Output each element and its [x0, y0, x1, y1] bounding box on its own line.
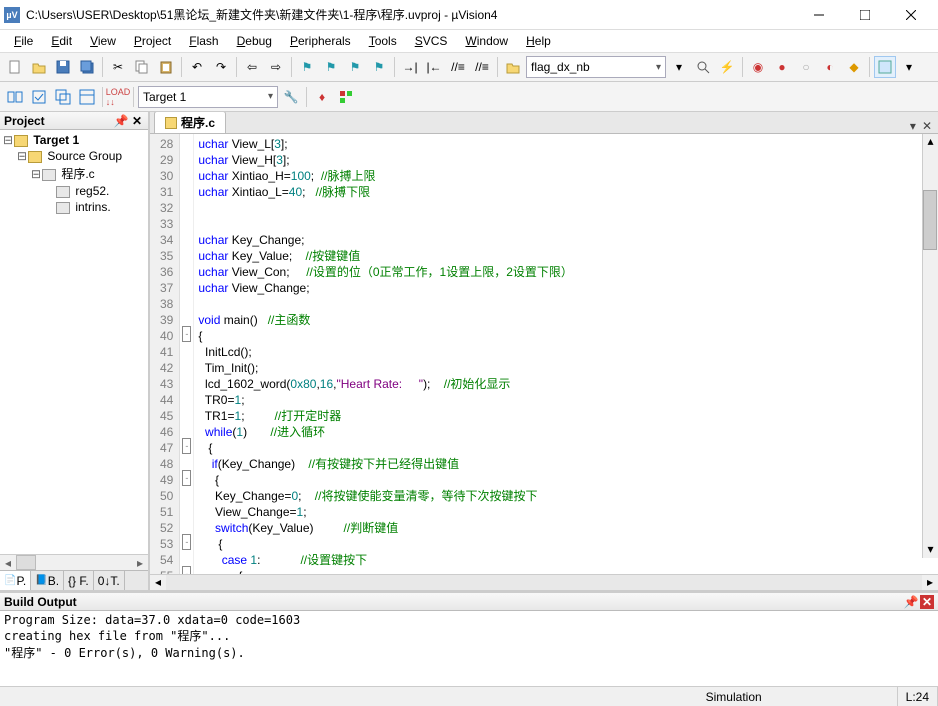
- window-layout-icon[interactable]: [874, 56, 896, 78]
- build-pin-icon[interactable]: 📌: [904, 595, 918, 609]
- bookmark-next-icon[interactable]: ⚑: [344, 56, 366, 78]
- manage-icon[interactable]: ♦: [311, 86, 333, 108]
- tab-templates[interactable]: 0↓T.: [94, 571, 125, 590]
- find-folder-icon[interactable]: [502, 56, 524, 78]
- nav-back-icon[interactable]: ⇦: [241, 56, 263, 78]
- code-editor[interactable]: 2829303132333435363738394041424344454647…: [150, 134, 938, 574]
- bookmark-prev-icon[interactable]: ⚑: [320, 56, 342, 78]
- incremental-icon[interactable]: ⚡: [716, 56, 738, 78]
- toolbar-build: LOAD↓↓ Target 1 🔧 ♦: [0, 82, 938, 112]
- menu-svcs[interactable]: SVCS: [407, 32, 456, 50]
- new-file-icon[interactable]: [4, 56, 26, 78]
- menu-project[interactable]: Project: [126, 32, 179, 50]
- cut-icon[interactable]: ✂: [107, 56, 129, 78]
- find-icon[interactable]: [692, 56, 714, 78]
- batch-build-icon[interactable]: [76, 86, 98, 108]
- close-button[interactable]: [888, 0, 934, 30]
- save-all-icon[interactable]: [76, 56, 98, 78]
- debug-icon[interactable]: ◉: [747, 56, 769, 78]
- breakpoint-disable-icon[interactable]: ○: [795, 56, 817, 78]
- rebuild-icon[interactable]: [52, 86, 74, 108]
- build-icon[interactable]: [28, 86, 50, 108]
- menu-edit[interactable]: Edit: [43, 32, 80, 50]
- tree-target[interactable]: ⊟ Target 1: [2, 132, 146, 148]
- find-combo[interactable]: flag_dx_nb: [526, 56, 666, 78]
- project-pane: Project 📌 ✕ ⊟ Target 1 ⊟ Source Group ⊟ …: [0, 112, 150, 590]
- maximize-button[interactable]: [842, 0, 888, 30]
- editor-vscroll[interactable]: ▴▾: [922, 134, 938, 558]
- editor-tab-active[interactable]: 程序.c: [154, 112, 226, 133]
- editor-tabs: 程序.c ▾ ✕: [150, 112, 938, 134]
- project-pane-title: Project 📌 ✕: [0, 112, 148, 130]
- editor-pane: 程序.c ▾ ✕ 2829303132333435363738394041424…: [150, 112, 938, 590]
- layout-dropdown-icon[interactable]: ▾: [898, 56, 920, 78]
- tab-books[interactable]: 📘B.: [31, 571, 64, 590]
- tab-project[interactable]: 📄P.: [0, 571, 31, 590]
- menu-bar: File Edit View Project Flash Debug Perip…: [0, 30, 938, 52]
- menu-flash[interactable]: Flash: [181, 32, 226, 50]
- bookmark-icon[interactable]: ⚑: [296, 56, 318, 78]
- download-icon[interactable]: LOAD↓↓: [107, 86, 129, 108]
- uncomment-icon[interactable]: //≡: [471, 56, 493, 78]
- undo-icon[interactable]: ↶: [186, 56, 208, 78]
- project-bottom-tabs: 📄P. 📘B. {} F. 0↓T.: [0, 570, 148, 590]
- comment-icon[interactable]: //≡: [447, 56, 469, 78]
- menu-window[interactable]: Window: [457, 32, 516, 50]
- tree-file-main[interactable]: ⊟ 程序.c: [2, 164, 146, 183]
- nav-fwd-icon[interactable]: ⇨: [265, 56, 287, 78]
- tree-hscroll[interactable]: ◂▸: [0, 554, 148, 570]
- bookmark-clear-icon[interactable]: ⚑: [368, 56, 390, 78]
- editor-hscroll[interactable]: ◂▸: [150, 574, 938, 590]
- menu-help[interactable]: Help: [518, 32, 559, 50]
- tree-source-group[interactable]: ⊟ Source Group: [2, 148, 146, 164]
- translate-icon[interactable]: [4, 86, 26, 108]
- indent-icon[interactable]: →|: [399, 56, 421, 78]
- build-output-title: Build Output 📌 ✕: [0, 593, 938, 611]
- search-down-icon[interactable]: ▾: [668, 56, 690, 78]
- status-simulation: Simulation: [698, 687, 898, 706]
- save-icon[interactable]: [52, 56, 74, 78]
- project-tree[interactable]: ⊟ Target 1 ⊟ Source Group ⊟ 程序.c reg52. …: [0, 130, 148, 554]
- minimize-button[interactable]: [796, 0, 842, 30]
- analyzer-icon[interactable]: ◆: [843, 56, 865, 78]
- manage-multi-icon[interactable]: [335, 86, 357, 108]
- tree-file-intrins[interactable]: intrins.: [2, 199, 146, 215]
- outdent-icon[interactable]: |←: [423, 56, 445, 78]
- editor-tab-dropdown-icon[interactable]: ▾: [910, 119, 916, 133]
- editor-tab-close-icon[interactable]: ✕: [922, 119, 932, 133]
- options-icon[interactable]: 🔧: [280, 86, 302, 108]
- build-close-icon[interactable]: ✕: [920, 595, 934, 609]
- build-output-pane: Build Output 📌 ✕ Program Size: data=37.0…: [0, 590, 938, 686]
- redo-icon[interactable]: ↷: [210, 56, 232, 78]
- menu-file[interactable]: File: [6, 32, 41, 50]
- status-location: L:24: [898, 687, 938, 706]
- status-bar: Simulation L:24: [0, 686, 938, 706]
- breakpoint-icon[interactable]: ●: [771, 56, 793, 78]
- menu-tools[interactable]: Tools: [361, 32, 405, 50]
- pane-close-icon[interactable]: ✕: [130, 114, 144, 128]
- target-combo[interactable]: Target 1: [138, 86, 278, 108]
- menu-peripherals[interactable]: Peripherals: [282, 32, 359, 50]
- tree-file-reg52[interactable]: reg52.: [2, 183, 146, 199]
- copy-icon[interactable]: [131, 56, 153, 78]
- tab-functions[interactable]: {} F.: [64, 571, 94, 590]
- pin-icon[interactable]: 📌: [114, 114, 128, 128]
- app-icon: µV: [4, 7, 20, 23]
- open-file-icon[interactable]: [28, 56, 50, 78]
- build-output-text[interactable]: Program Size: data=37.0 xdata=0 code=160…: [0, 611, 938, 686]
- breakpoint-kill-icon[interactable]: ◐: [819, 56, 841, 78]
- paste-icon[interactable]: [155, 56, 177, 78]
- menu-debug[interactable]: Debug: [229, 32, 280, 50]
- window-title: C:\Users\USER\Desktop\51黑论坛_新建文件夹\新建文件夹\…: [26, 6, 796, 23]
- menu-view[interactable]: View: [82, 32, 124, 50]
- title-bar: µV C:\Users\USER\Desktop\51黑论坛_新建文件夹\新建文…: [0, 0, 938, 30]
- toolbar-main: ✂ ↶ ↷ ⇦ ⇨ ⚑ ⚑ ⚑ ⚑ →| |← //≡ //≡ flag_dx_…: [0, 52, 938, 82]
